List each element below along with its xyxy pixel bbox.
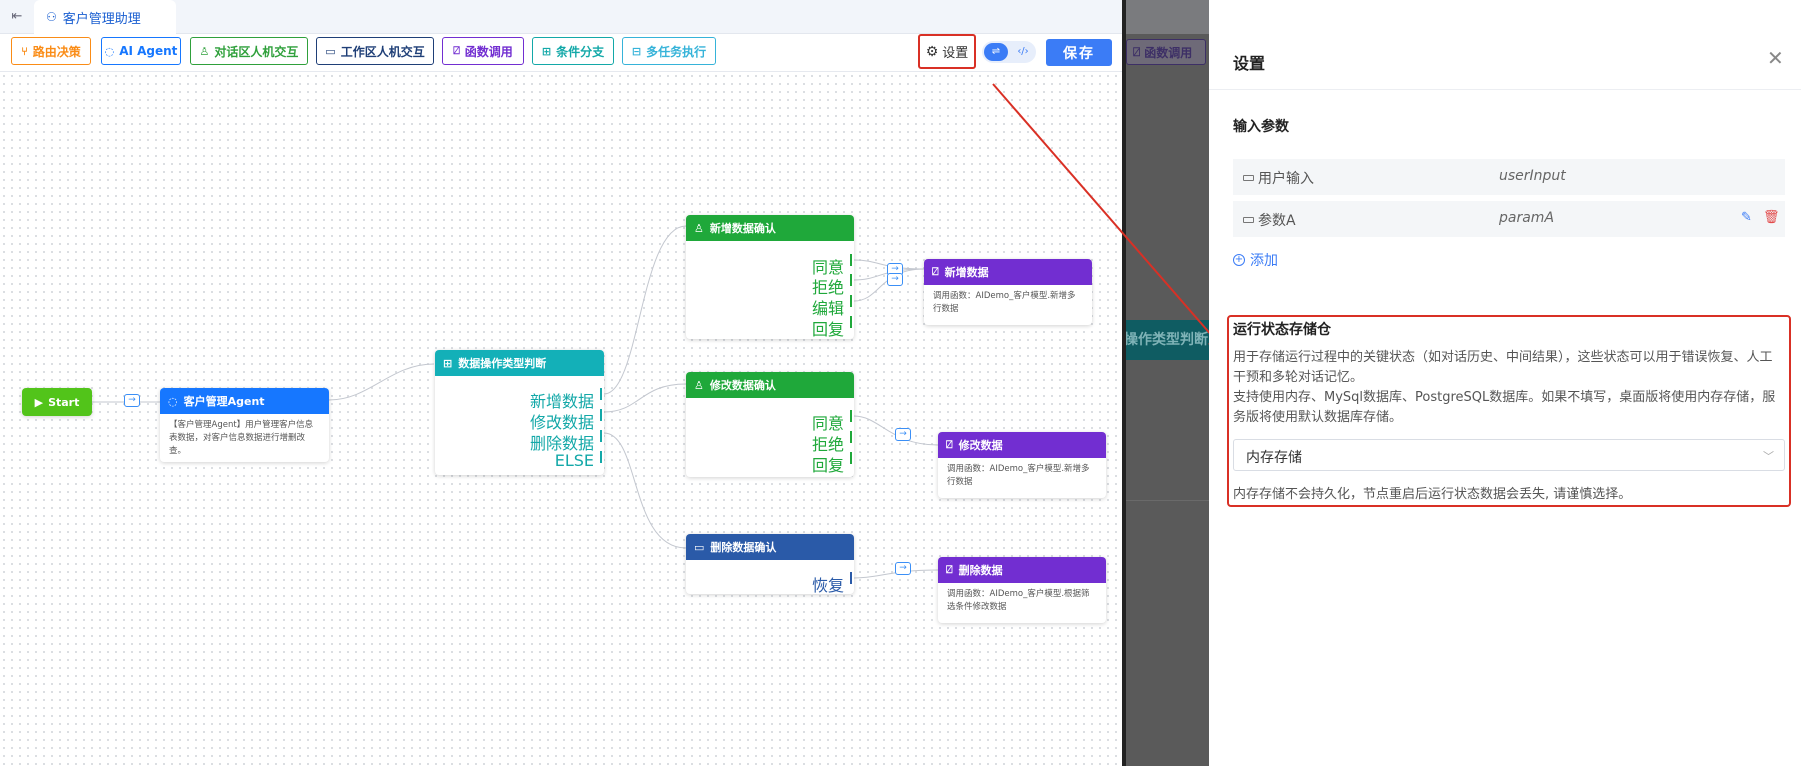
state-store-section: 运行状态存储仓 用于存储运行过程中的关键状态（如对话历史、中间结果），这些状态可…: [1227, 315, 1791, 507]
input-icon: [1243, 175, 1254, 181]
input-params-heading: 输入参数: [1233, 119, 1289, 135]
trash-icon[interactable]: 🗑: [1763, 210, 1780, 225]
plus-icon: +: [1233, 254, 1245, 266]
input-icon: [1243, 217, 1254, 223]
param-row[interactable]: 参数A paramA ✎ 🗑: [1233, 201, 1785, 237]
state-store-desc: 用于存储运行过程中的关键状态（如对话历史、中间结果），这些状态可以用于错误恢复、…: [1233, 350, 1773, 385]
state-store-desc: 支持使用内存、MySql数据库、PostgreSQL数据库。如果不填写，桌面版将…: [1233, 390, 1776, 425]
chevron-down-icon: ﹀: [1763, 450, 1774, 463]
storage-warning: 内存存储不会持久化，节点重启后运行状态数据会丢失, 请谨慎选择。: [1233, 487, 1632, 502]
edit-icon[interactable]: ✎: [1741, 210, 1752, 225]
close-icon[interactable]: ✕: [1767, 48, 1784, 68]
storage-select[interactable]: 内存存储 ﹀: [1233, 439, 1785, 471]
drawer-title: 设置: [1233, 54, 1266, 73]
settings-drawer: 设置 ✕ 输入参数 用户输入 userInput 参数A paramA ✎ 🗑 …: [1209, 0, 1801, 766]
add-param-button[interactable]: + 添加: [1233, 250, 1278, 270]
state-store-title: 运行状态存储仓: [1233, 322, 1331, 338]
param-row[interactable]: 用户输入 userInput: [1233, 159, 1785, 195]
